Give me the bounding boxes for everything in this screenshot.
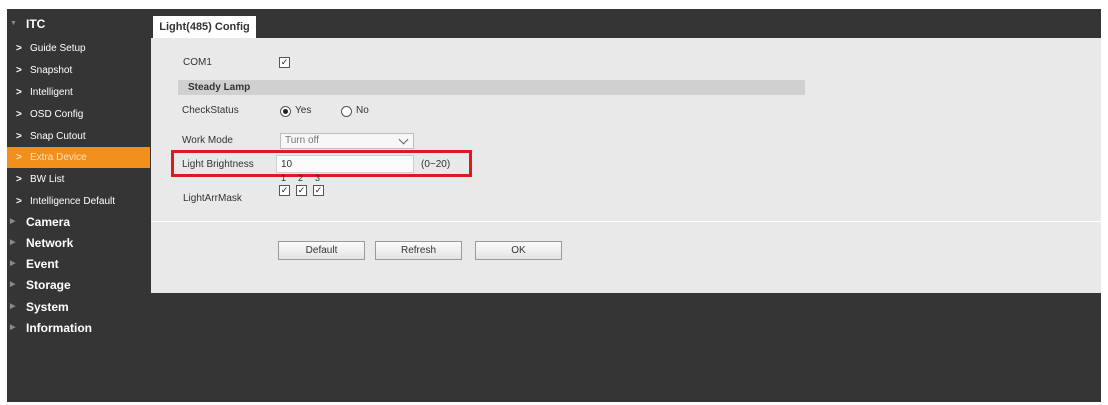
sidebar-group-information[interactable]: ▶ Information — [7, 318, 150, 338]
app-frame: ▼ ITC > Guide Setup > Snapshot > Intelli… — [7, 9, 1101, 402]
sidebar-item-guide-setup[interactable]: > Guide Setup — [7, 38, 150, 59]
chevron-right-icon: > — [16, 109, 22, 120]
sidebar-item-label: Intelligent — [30, 87, 73, 98]
sidebar-item-osd-config[interactable]: > OSD Config — [7, 104, 150, 125]
sidebar-item-label: Extra Device — [30, 152, 87, 163]
ok-button[interactable]: OK — [475, 241, 562, 260]
sidebar-item-intelligent[interactable]: > Intelligent — [7, 82, 150, 103]
sidebar-group-label: ITC — [26, 17, 46, 31]
sidebar-item-label: Snapshot — [30, 65, 73, 76]
collapsed-arrow-icon: ▶ — [10, 239, 16, 246]
sidebar-item-label: BW List — [30, 174, 65, 185]
work-mode-select[interactable]: Turn off — [280, 133, 414, 149]
sidebar-group-storage[interactable]: ▶ Storage — [7, 275, 150, 295]
sidebar-item-intelligence-default[interactable]: > Intelligence Default — [7, 191, 150, 212]
sidebar-item-label: OSD Config — [30, 109, 84, 120]
sidebar-item-label: Snap Cutout — [30, 131, 86, 142]
light-arr-mask-label: LightArrMask — [183, 193, 242, 204]
mask-checkbox-3[interactable]: ✓ — [313, 185, 324, 196]
work-mode-value: Turn off — [285, 135, 319, 146]
check-status-no-label: No — [356, 105, 369, 116]
highlight-box — [171, 150, 472, 177]
collapsed-arrow-icon: ▶ — [10, 260, 16, 267]
sidebar-group-label: Event — [26, 257, 59, 271]
sidebar-group-camera[interactable]: ▶ Camera — [7, 212, 150, 232]
sidebar-item-snap-cutout[interactable]: > Snap Cutout — [7, 126, 150, 147]
sidebar-group-network[interactable]: ▶ Network — [7, 233, 150, 253]
mask-checkbox-2[interactable]: ✓ — [296, 185, 307, 196]
chevron-right-icon: > — [16, 152, 22, 163]
sidebar-group-event[interactable]: ▶ Event — [7, 254, 150, 274]
com1-label: COM1 — [183, 57, 212, 68]
check-status-yes-radio[interactable] — [280, 106, 291, 117]
collapsed-arrow-icon: ▶ — [10, 303, 16, 310]
tab-light-485-config[interactable]: Light(485) Config — [153, 16, 256, 38]
mask-number-2: 2 — [298, 173, 304, 183]
collapsed-arrow-icon: ▶ — [10, 281, 16, 288]
sidebar-item-label: Intelligence Default — [30, 196, 116, 207]
expand-arrow-icon: ▼ — [10, 20, 17, 27]
mask-checkbox-1[interactable]: ✓ — [279, 185, 290, 196]
sidebar-item-bw-list[interactable]: > BW List — [7, 169, 150, 190]
sidebar-group-label: Storage — [26, 278, 71, 292]
mask-number-1: 1 — [281, 173, 287, 183]
sidebar-group-label: Camera — [26, 215, 71, 229]
sidebar: ▼ ITC > Guide Setup > Snapshot > Intelli… — [7, 9, 150, 402]
sidebar-item-snapshot[interactable]: > Snapshot — [7, 60, 150, 81]
check-status-yes-label: Yes — [295, 105, 312, 116]
mask-number-3: 3 — [315, 173, 321, 183]
com1-checkbox[interactable]: ✓ — [279, 57, 290, 68]
sidebar-item-label: Guide Setup — [30, 43, 86, 54]
collapsed-arrow-icon: ▶ — [10, 324, 16, 331]
section-header: Steady Lamp — [178, 80, 805, 95]
divider — [151, 221, 1101, 222]
check-status-label: CheckStatus — [182, 105, 239, 116]
work-mode-label: Work Mode — [182, 135, 233, 146]
sidebar-group-label: System — [26, 300, 69, 314]
chevron-right-icon: > — [16, 65, 22, 76]
sidebar-group-label: Information — [26, 321, 92, 335]
chevron-right-icon: > — [16, 196, 22, 207]
sidebar-group-label: Network — [26, 236, 74, 250]
sidebar-item-extra-device[interactable]: > Extra Device — [7, 147, 150, 168]
check-status-no-radio[interactable] — [341, 106, 352, 117]
section-title: Steady Lamp — [188, 82, 251, 93]
chevron-down-icon — [398, 134, 409, 145]
refresh-button[interactable]: Refresh — [375, 241, 462, 260]
chevron-right-icon: > — [16, 131, 22, 142]
chevron-right-icon: > — [16, 87, 22, 98]
config-panel: COM1 ✓ Steady Lamp CheckStatus Yes No Wo… — [151, 38, 1101, 293]
sidebar-group-system[interactable]: ▶ System — [7, 297, 150, 317]
default-button[interactable]: Default — [278, 241, 365, 260]
chevron-right-icon: > — [16, 174, 22, 185]
chevron-right-icon: > — [16, 43, 22, 54]
sidebar-group-itc[interactable]: ▼ ITC — [7, 14, 150, 34]
collapsed-arrow-icon: ▶ — [10, 218, 16, 225]
